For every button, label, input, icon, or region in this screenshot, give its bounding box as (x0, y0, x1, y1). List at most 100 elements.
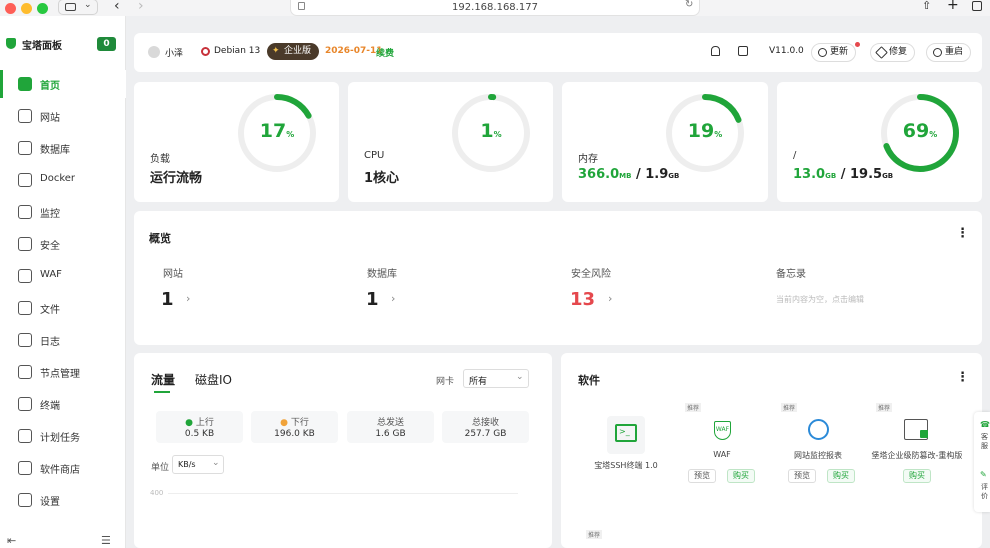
overview-value-database[interactable]: 1 (366, 289, 379, 310)
docker-icon (18, 173, 32, 187)
recommend-tag: 推荐 (781, 403, 798, 412)
stat-card-3[interactable]: / 13.0GB / 19.5GB 69% (777, 82, 982, 202)
username[interactable]: 小泽 (165, 46, 183, 59)
sidebar-item-label: 节点管理 (40, 369, 80, 380)
sidebar-item-12[interactable]: 软件商店 (0, 454, 126, 482)
update-button[interactable]: 更新 (811, 42, 860, 62)
top-info-bar: 小泽 Debian 13 ✦ 企业版 2026-07-11 续费 V11.0.0 … (134, 33, 982, 72)
overview-label-website: 网站 (163, 269, 183, 280)
sidebar-item-label: 文件 (40, 305, 60, 316)
close-window-button[interactable] (5, 3, 16, 14)
more-options-icon[interactable]: ⋮ (956, 370, 969, 385)
buy-button[interactable]: 购买 (827, 469, 855, 483)
restart-button[interactable]: 重启 (926, 43, 972, 62)
stat-card-1[interactable]: CPU 1核心 1% (348, 82, 553, 202)
maximize-window-button[interactable] (37, 3, 48, 14)
tab-traffic[interactable]: 流量 (151, 371, 175, 388)
software-name: 堡塔企业级防篡改-重构版 (871, 451, 963, 460)
panel-title: 宝塔面板 (22, 41, 62, 52)
upload-box: ● 上行 0.5 KB (156, 411, 243, 443)
buy-button[interactable]: 购买 (903, 469, 931, 483)
forward-button[interactable]: › (138, 0, 144, 14)
memo-placeholder[interactable]: 当前内容为空，点击编辑 (776, 294, 864, 305)
overview-label-risk: 安全风险 (571, 269, 611, 280)
unit-value: KB/s (178, 460, 196, 469)
active-tab-indicator (154, 391, 170, 393)
sidebar-item-7[interactable]: 文件 (0, 294, 126, 322)
database-icon (18, 141, 32, 155)
tab-disk-io[interactable]: 磁盘IO (195, 371, 232, 388)
back-button[interactable]: ‹ (114, 0, 120, 14)
stat-value: 1核心 (364, 171, 400, 186)
stat-card-2[interactable]: 内存 366.0MB / 1.9GB 19% (562, 82, 768, 202)
chevron-right-icon[interactable]: › (608, 292, 612, 305)
tabs-overview-icon[interactable] (972, 1, 982, 11)
buy-button[interactable]: 购买 (727, 469, 755, 483)
stat-card-0[interactable]: 负载 运行流畅 17% (134, 82, 339, 202)
share-icon[interactable]: ⇧ (922, 0, 931, 12)
chevron-down-icon: ⌄ (84, 0, 92, 10)
sidebar-item-label: 数据库 (40, 145, 70, 156)
sidebar-item-6[interactable]: WAF (0, 262, 126, 290)
sidebar-toggle-button[interactable]: ⌄ (58, 0, 98, 15)
upload-value: 0.5 KB (184, 429, 215, 439)
terminal-icon (18, 397, 32, 411)
sidebar-item-3[interactable]: Docker (0, 166, 126, 194)
total-sent-value: 1.6 GB (375, 429, 406, 439)
chevron-right-icon[interactable]: › (186, 292, 190, 305)
sidebar-item-label: 日志 (40, 337, 60, 348)
sidebar-item-13[interactable]: 设置 (0, 486, 126, 514)
menu-list-icon[interactable]: ☰ (101, 534, 111, 547)
repair-button[interactable]: 修复 (870, 43, 916, 62)
sidebar-item-2[interactable]: 数据库 (0, 134, 126, 162)
software-name: 宝塔SSH终端 1.0 (594, 461, 658, 470)
chevron-down-icon: ⌄ (212, 458, 220, 468)
reload-icon[interactable]: ↻ (685, 0, 699, 10)
sidebar-item-5[interactable]: 安全 (0, 230, 126, 258)
renew-link[interactable]: 续费 (376, 46, 394, 59)
collapse-menu-icon[interactable]: ⇤ (7, 534, 16, 547)
nic-label: 网卡 (436, 377, 455, 387)
alarm-icon[interactable] (711, 46, 720, 56)
address-bar[interactable]: 192.168.168.177 ↻ (290, 0, 700, 16)
home-icon (18, 77, 32, 91)
avatar (148, 46, 160, 58)
minimize-window-button[interactable] (21, 3, 32, 14)
overview-value-risk[interactable]: 13 (570, 289, 595, 310)
monitor-report-icon (808, 419, 829, 440)
support-icon[interactable]: ☎ (980, 420, 990, 429)
sidebar-item-10[interactable]: 终端 (0, 390, 126, 418)
feedback-icon[interactable]: ✎ (980, 470, 987, 479)
sidebar-item-label: 首页 (40, 81, 60, 92)
chevron-right-icon[interactable]: › (391, 292, 395, 305)
total-received-label: 总接收 (471, 418, 499, 428)
preview-button[interactable]: 预览 (788, 469, 816, 483)
nic-select[interactable]: 所有 ⌄ (463, 369, 529, 388)
message-icon[interactable] (738, 46, 748, 56)
sidebar-item-label: 设置 (40, 497, 60, 508)
preview-button[interactable]: 预览 (688, 469, 716, 483)
sidebar-item-9[interactable]: 节点管理 (0, 358, 126, 386)
more-options-icon[interactable]: ⋮ (956, 226, 969, 241)
chart-y-tick: 400 (150, 489, 164, 497)
sidebar-item-label: 监控 (40, 209, 60, 220)
sidebar-item-label: 安全 (40, 241, 60, 252)
sidebar-item-0[interactable]: 首页 (0, 70, 126, 98)
new-tab-icon[interactable]: + (947, 0, 959, 13)
feedback-label[interactable]: 评价 (981, 483, 989, 501)
enterprise-badge[interactable]: ✦ 企业版 (267, 43, 319, 60)
sidebar-item-11[interactable]: 计划任务 (0, 422, 126, 450)
sidebar-item-label: 网站 (40, 113, 60, 124)
recommend-tag: 推荐 (876, 403, 893, 412)
upload-label: 上行 (195, 418, 214, 428)
notification-badge[interactable]: 0 (97, 37, 116, 51)
support-label[interactable]: 客服 (981, 433, 989, 451)
sidebar-item-8[interactable]: 日志 (0, 326, 126, 354)
upload-dot: ● (185, 418, 193, 428)
overview-value-website[interactable]: 1 (161, 289, 174, 310)
unit-select[interactable]: KB/s ⌄ (172, 455, 224, 474)
calendar-icon (18, 429, 32, 443)
store-icon (18, 461, 32, 475)
sidebar-item-1[interactable]: 网站 (0, 102, 126, 130)
sidebar-item-4[interactable]: 监控 (0, 198, 126, 226)
